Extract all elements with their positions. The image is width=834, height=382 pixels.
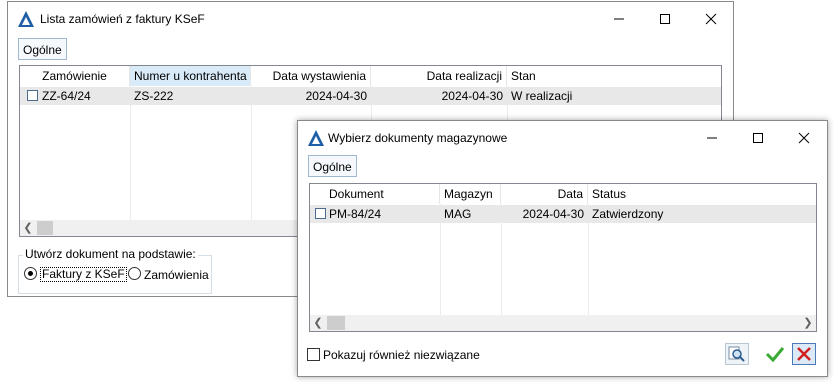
column-header-issue-date[interactable]: Data wystawienia bbox=[251, 66, 371, 86]
cell-order: ZZ-64/24 bbox=[42, 89, 91, 103]
window-title: Wybierz dokumenty magazynowe bbox=[328, 131, 508, 145]
minimize-icon bbox=[707, 137, 717, 138]
cell-warehouse: MAG bbox=[444, 207, 472, 221]
maximize-button[interactable] bbox=[642, 2, 688, 35]
cell-status: W realizacji bbox=[511, 89, 573, 103]
column-header-order[interactable]: Zamówienie bbox=[20, 66, 130, 86]
cell-document: PM-84/24 bbox=[329, 207, 382, 221]
search-button[interactable] bbox=[725, 343, 749, 365]
cancel-x-icon bbox=[797, 347, 811, 361]
column-header-status[interactable]: Stan bbox=[507, 66, 721, 86]
column-header-warehouse[interactable]: Magazyn bbox=[440, 184, 501, 204]
cell-date: 2024-04-30 bbox=[522, 207, 584, 221]
cancel-button[interactable] bbox=[792, 343, 816, 365]
horizontal-scrollbar[interactable]: ❮ ❯ bbox=[310, 315, 816, 331]
scroll-thumb[interactable] bbox=[37, 221, 53, 235]
comarch-logo-icon bbox=[308, 130, 324, 146]
maximize-button[interactable] bbox=[735, 121, 781, 154]
close-button[interactable] bbox=[781, 121, 827, 154]
maximize-icon bbox=[753, 132, 763, 143]
minimize-icon bbox=[614, 18, 624, 19]
row-checkbox[interactable] bbox=[27, 90, 38, 101]
scroll-right-icon[interactable]: ❯ bbox=[800, 315, 816, 331]
search-icon bbox=[728, 346, 745, 362]
close-icon bbox=[798, 132, 810, 143]
radio-ksef-invoice-label[interactable]: Faktury z KSeF bbox=[40, 267, 127, 282]
minimize-button[interactable] bbox=[689, 121, 735, 154]
confirm-button[interactable] bbox=[763, 343, 787, 365]
cell-contractor-number: ZS-222 bbox=[134, 89, 174, 103]
column-header-document[interactable]: Dokument bbox=[310, 184, 440, 204]
column-header-realization-date[interactable]: Data realizacji bbox=[371, 66, 507, 86]
show-unlinked-checkbox[interactable] bbox=[307, 348, 320, 361]
scroll-left-icon[interactable]: ❮ bbox=[310, 315, 326, 331]
scroll-left-icon[interactable]: ❮ bbox=[20, 220, 36, 236]
title-bar[interactable]: Wybierz dokumenty magazynowe bbox=[298, 121, 827, 154]
column-header-contractor-number[interactable]: Numer u kontrahenta bbox=[130, 66, 251, 86]
show-unlinked-label[interactable]: Pokazuj również niezwiązane bbox=[323, 348, 480, 362]
table-row[interactable]: PM-84/24 MAG 2024-04-30 Zatwierdzony bbox=[310, 205, 816, 223]
close-icon bbox=[705, 13, 717, 24]
warehouse-docs-grid[interactable]: Dokument Magazyn Data Status PM-84/24 MA… bbox=[309, 183, 817, 332]
cell-status: Zatwierdzony bbox=[592, 207, 664, 221]
title-bar[interactable]: Lista zamówień z faktury KSeF bbox=[8, 2, 733, 35]
group-title: Utwórz dokument na podstawie: bbox=[23, 247, 198, 261]
column-header-status[interactable]: Status bbox=[588, 184, 816, 204]
select-warehouse-docs-window: Wybierz dokumenty magazynowe Ogólne Doku… bbox=[297, 120, 828, 377]
tab-general[interactable]: Ogólne bbox=[308, 155, 357, 177]
radio-ksef-invoice[interactable] bbox=[24, 267, 37, 280]
cell-realization-date: 2024-04-30 bbox=[441, 89, 503, 103]
table-row[interactable]: ZZ-64/24 ZS-222 2024-04-30 2024-04-30 W … bbox=[20, 87, 721, 105]
scroll-thumb[interactable] bbox=[327, 316, 345, 330]
window-title: Lista zamówień z faktury KSeF bbox=[40, 12, 205, 26]
cell-issue-date: 2024-04-30 bbox=[305, 89, 367, 103]
minimize-button[interactable] bbox=[596, 2, 642, 35]
tab-general[interactable]: Ogólne bbox=[18, 38, 67, 60]
comarch-logo-icon bbox=[18, 11, 34, 27]
maximize-icon bbox=[660, 13, 670, 24]
close-button[interactable] bbox=[688, 2, 734, 35]
radio-orders[interactable] bbox=[128, 267, 141, 280]
check-icon bbox=[765, 347, 785, 363]
radio-orders-label[interactable]: Zamówienia bbox=[144, 268, 209, 282]
column-header-date[interactable]: Data bbox=[501, 184, 588, 204]
